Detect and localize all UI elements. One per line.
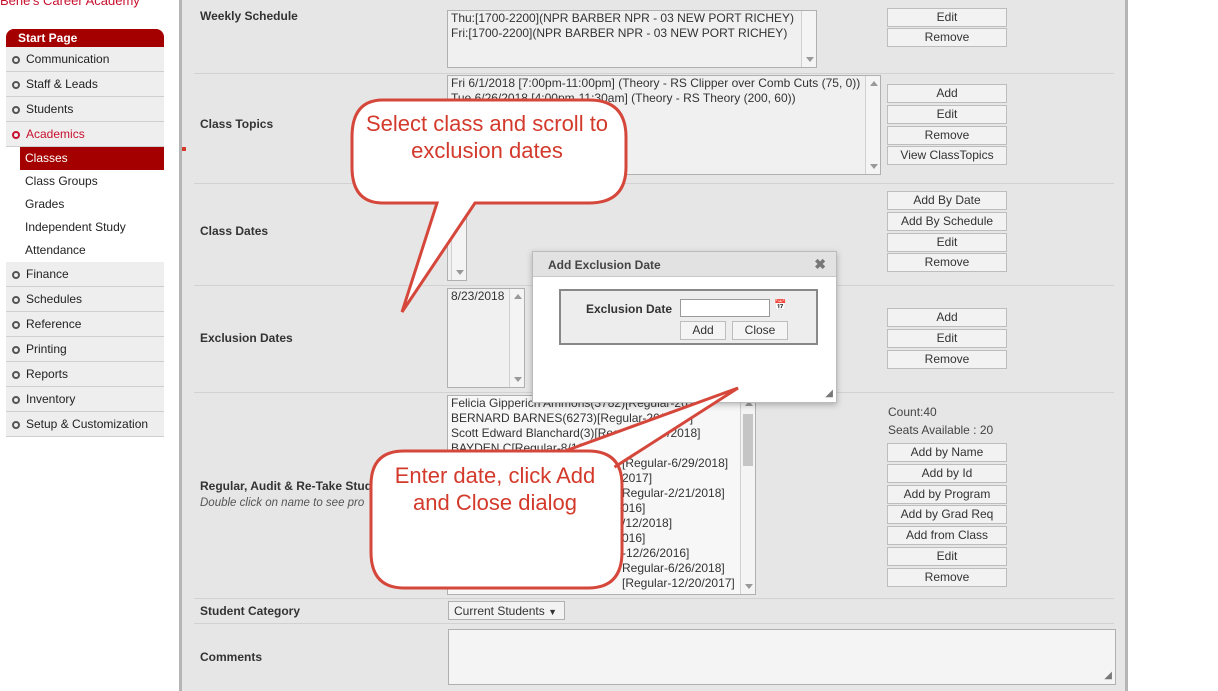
callout-overlay — [350, 98, 739, 590]
callout-bottom-text: Enter date, click Add and Close dialog — [394, 463, 596, 515]
callout-top-text: Select class and scroll to exclusion dat… — [365, 111, 609, 163]
